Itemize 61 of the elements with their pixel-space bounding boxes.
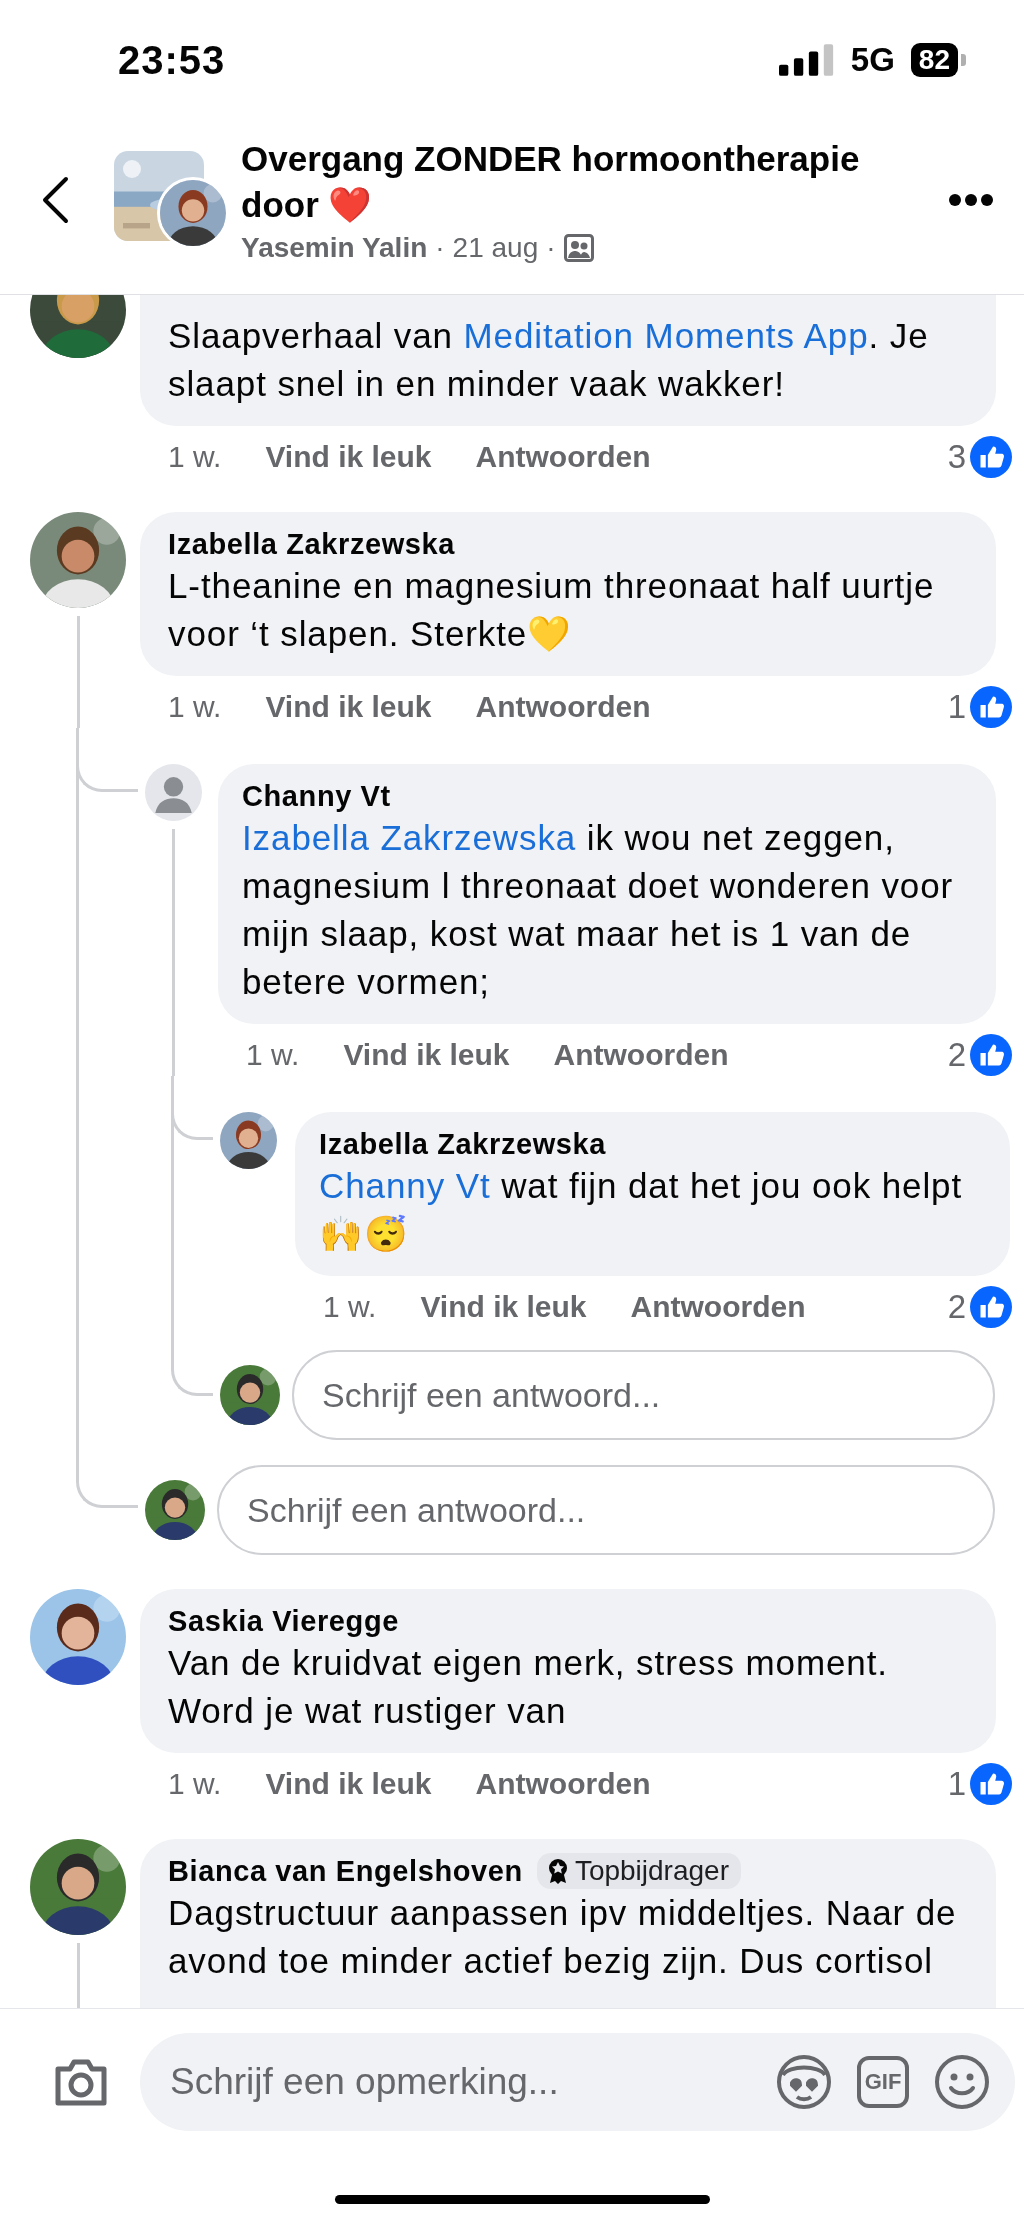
commenter-name[interactable]: Saskia Vieregge [168,1603,399,1639]
more-icon[interactable] [948,193,994,207]
reply-link[interactable]: Antwoorden [475,440,651,474]
comment-time: 1 w. [168,690,222,724]
separator-dot: · [435,232,445,264]
comment-time: 1 w. [323,1290,377,1324]
reply-field[interactable]: Schrijf een antwoord... [217,1465,995,1555]
smiley-icon[interactable] [933,2053,991,2111]
comment-time: 1 w. [246,1038,300,1072]
author-name[interactable]: Yasemin Yalin [241,232,428,264]
like-link[interactable]: Vind ik leuk [343,1038,510,1072]
thumbs-up-icon [970,686,1012,728]
comment-time: 1 w. [168,1767,222,1801]
like-count: 1 [947,1765,966,1803]
like-count: 2 [947,1288,966,1326]
comment-text: Channy Vt wat fijn dat het jou ook helpt 🙌😴 [319,1165,964,1255]
group-title[interactable]: Overgang ZONDER hormoontherapie door ❤ [241,136,941,228]
like-count: 1 [947,688,966,726]
back-icon[interactable] [40,175,70,225]
mention-link[interactable]: Channy Vt [319,1166,491,1205]
thumbs-up-icon [970,1286,1012,1328]
commenter-name[interactable]: Izabella Zakrzewska [168,526,456,562]
reply-link[interactable]: Antwoorden [475,690,651,724]
comment-text: Dagstructuur aanpassen ipv middeltjes. Naar de avond toe minder actief bezig zijn. Dus cortisol [168,1892,958,1982]
like-count: 3 [947,438,966,476]
like-count: 2 [947,1036,966,1074]
gif-button[interactable]: GIF [857,2056,909,2108]
thumbs-up-icon [970,436,1012,478]
mention-link[interactable]: Meditation Moments App [463,316,869,355]
comment-field[interactable]: Schrijf een opmerking... GIF [140,2033,1015,2131]
reply-link[interactable]: Antwoorden [630,1290,806,1324]
commenter-name[interactable]: Bianca van Engelshoven [168,1853,523,1889]
comment-text: Izabella Zakrzewska ik wou net zeggen, magnesium l threonaat doet wonderen voor mijn slaap, kost wat maar het is 1 van de betere vormen; [242,817,955,1003]
reply-link[interactable]: Antwoorden [553,1038,729,1072]
sticker-icon[interactable] [775,2053,833,2111]
like-link[interactable]: Vind ik leuk [420,1290,587,1324]
separator-dot: · [546,232,556,264]
like-link[interactable]: Vind ik leuk [265,690,432,724]
battery-indicator: 82 [910,43,966,77]
comment-time: 1 w. [168,440,222,474]
like-link[interactable]: Vind ik leuk [265,440,432,474]
mention-link[interactable]: Izabella Zakrzewska [242,818,577,857]
comment-text: L-theanine en magnesium threonaat half uurtje voor ‘t slapen. Sterkte💛 [168,565,936,655]
comment-text: Slaapverhaal van Meditation Moments App. Je slaapt snel in en minder vaak wakker! [168,315,930,405]
comment-text: Van de kruidvat eigen merk, stress moment. Word je wat rustiger van [168,1642,889,1732]
network-label: 5G [850,41,895,79]
contributor-badge: Topbijdrager [536,1853,741,1889]
like-link[interactable]: Vind ik leuk [265,1767,432,1801]
thumbs-up-icon [970,1034,1012,1076]
signal-icon [778,44,835,76]
thumbs-up-icon [970,1763,1012,1805]
commenter-name[interactable]: Izabella Zakrzewska [319,1126,607,1162]
reply-field[interactable]: Schrijf een antwoord... [292,1350,995,1440]
post-date: 21 aug [452,232,539,264]
reply-link[interactable]: Antwoorden [475,1767,651,1801]
thread-connector [171,1328,213,1396]
group-icon [563,234,594,262]
clock-time: 23:53 [118,37,226,83]
badge-icon [546,1858,569,1884]
commenter-name[interactable]: Channy Vt [242,778,391,814]
thread-connector [76,1440,138,1508]
